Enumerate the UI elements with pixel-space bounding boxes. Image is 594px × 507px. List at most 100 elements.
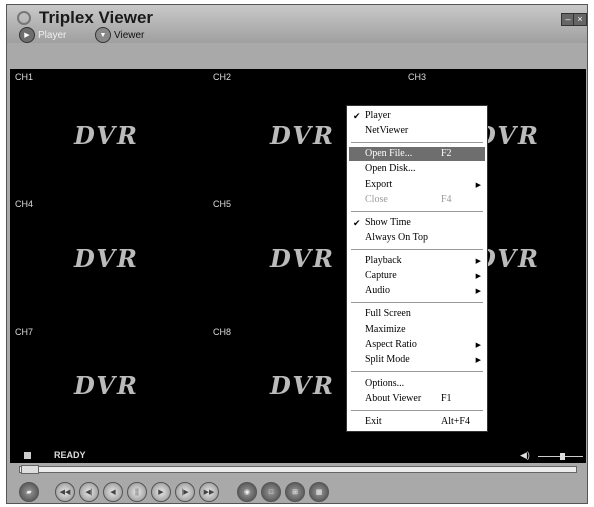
app-window: Triplex Viewer – × ▶ Player ▼ Viewer CH1… bbox=[6, 4, 588, 504]
menu-item-label: Capture bbox=[365, 270, 397, 281]
close-button[interactable]: × bbox=[573, 13, 587, 26]
pause-button[interactable]: || bbox=[127, 482, 147, 502]
submenu-arrow-icon: ▶ bbox=[475, 356, 481, 364]
menu-item-label: Full Screen bbox=[365, 308, 411, 319]
menu-item-show-time[interactable]: ✔ Show Time bbox=[349, 216, 485, 230]
menu-item-open-file[interactable]: Open File... F2 bbox=[349, 147, 485, 161]
viewer-icon: ▼ bbox=[95, 27, 111, 43]
prev-button[interactable]: ◀◀ bbox=[55, 482, 75, 502]
context-menu: ✔ Player NetViewer Open File... F2 Open Di… bbox=[346, 105, 488, 432]
check-icon: ✔ bbox=[353, 218, 361, 228]
tab-viewer[interactable]: ▼ Viewer bbox=[95, 27, 144, 43]
channel-label: CH1 bbox=[15, 72, 34, 82]
menu-separator bbox=[351, 371, 483, 372]
menu-item-label: Aspect Ratio bbox=[365, 339, 417, 350]
menu-item-label: Maximize bbox=[365, 324, 406, 335]
menu-item-exit[interactable]: Exit Alt+F4 bbox=[349, 415, 485, 429]
dvr-logo: DVR bbox=[270, 121, 335, 150]
menu-item-about-viewer[interactable]: About Viewer F1 bbox=[349, 392, 485, 406]
nine-view-button[interactable]: ▦ bbox=[309, 482, 329, 502]
channel-label: CH4 bbox=[15, 199, 34, 209]
menu-item-label: Split Mode bbox=[365, 354, 410, 365]
reverse-play-button[interactable]: ◀ bbox=[103, 482, 123, 502]
window-title: Triplex Viewer bbox=[39, 8, 154, 27]
volume-slider-knob[interactable] bbox=[560, 453, 565, 460]
menu-item-split-mode[interactable]: Split Mode ▶ bbox=[349, 353, 485, 367]
submenu-arrow-icon: ▶ bbox=[475, 181, 481, 189]
nine-view-icon: ▦ bbox=[315, 489, 323, 496]
dvr-logo: DVR bbox=[270, 371, 335, 400]
play-icon: ▶ bbox=[19, 27, 35, 43]
camera-icon: ◉ bbox=[243, 489, 251, 496]
menu-item-player[interactable]: ✔ Player bbox=[349, 109, 485, 123]
single-view-button[interactable]: □ bbox=[261, 482, 281, 502]
menu-item-label: Export bbox=[365, 179, 393, 190]
menu-item-always-on-top[interactable]: Always On Top bbox=[349, 231, 485, 245]
menu-separator bbox=[351, 211, 483, 212]
status-bar: READY ◀) bbox=[10, 449, 586, 463]
pause-icon: || bbox=[135, 488, 139, 496]
folder-button[interactable]: ▰ bbox=[19, 482, 39, 502]
menu-item-capture[interactable]: Capture ▶ bbox=[349, 269, 485, 283]
menu-item-label: Open File... bbox=[365, 148, 413, 159]
check-icon: ✔ bbox=[353, 111, 361, 121]
menu-item-maximize[interactable]: Maximize bbox=[349, 323, 485, 337]
app-icon bbox=[17, 11, 31, 25]
menu-item-close: Close F4 bbox=[349, 193, 485, 207]
channel-label: CH5 bbox=[213, 199, 232, 209]
prev-icon: ◀◀ bbox=[59, 489, 71, 496]
menu-item-shortcut: F4 bbox=[441, 194, 452, 205]
quad-view-button[interactable]: ⊞ bbox=[285, 482, 305, 502]
seek-bar[interactable] bbox=[19, 466, 577, 473]
menu-item-netviewer[interactable]: NetViewer bbox=[349, 124, 485, 138]
menu-item-full-screen[interactable]: Full Screen bbox=[349, 307, 485, 321]
submenu-arrow-icon: ▶ bbox=[475, 257, 481, 265]
channel-label: CH3 bbox=[408, 72, 427, 82]
tab-viewer-label: Viewer bbox=[114, 29, 145, 41]
menu-separator bbox=[351, 142, 483, 143]
step-forward-button[interactable]: |▶ bbox=[175, 482, 195, 502]
channel-label: CH2 bbox=[213, 72, 232, 82]
title-bar: Triplex Viewer – × ▶ Player ▼ Viewer bbox=[7, 5, 587, 43]
menu-item-playback[interactable]: Playback ▶ bbox=[349, 254, 485, 268]
menu-item-shortcut: F1 bbox=[441, 393, 452, 404]
dvr-logo: DVR bbox=[74, 371, 139, 400]
dvr-logo: DVR bbox=[270, 244, 335, 273]
play-icon: ▶ bbox=[158, 489, 164, 496]
menu-item-audio[interactable]: Audio ▶ bbox=[349, 284, 485, 298]
dvr-logo: DVR bbox=[74, 244, 139, 273]
step-forward-icon: |▶ bbox=[181, 489, 189, 496]
step-back-button[interactable]: ◀| bbox=[79, 482, 99, 502]
menu-item-label: Player bbox=[365, 110, 391, 121]
volume-icon[interactable]: ◀) bbox=[520, 450, 530, 461]
single-view-icon: □ bbox=[268, 488, 274, 496]
tab-player[interactable]: ▶ Player bbox=[19, 27, 66, 43]
menu-separator bbox=[351, 410, 483, 411]
status-text: READY bbox=[54, 450, 86, 460]
menu-item-export[interactable]: Export ▶ bbox=[349, 178, 485, 192]
menu-item-open-disk[interactable]: Open Disk... bbox=[349, 162, 485, 176]
reverse-play-icon: ◀ bbox=[110, 489, 116, 496]
menu-item-shortcut: Alt+F4 bbox=[441, 416, 470, 427]
channel-label: CH8 bbox=[213, 327, 232, 337]
menu-item-label: Open Disk... bbox=[365, 163, 416, 174]
seek-knob[interactable] bbox=[21, 465, 39, 474]
menu-item-aspect-ratio[interactable]: Aspect Ratio ▶ bbox=[349, 338, 485, 352]
menu-item-options[interactable]: Options... bbox=[349, 377, 485, 391]
capture-button[interactable]: ◉ bbox=[237, 482, 257, 502]
menu-item-label: NetViewer bbox=[365, 125, 409, 136]
video-grid[interactable]: CH1 CH2 CH3 CH4 CH5 CH7 CH8 DVR DVR DVR … bbox=[10, 69, 586, 463]
stop-indicator-icon bbox=[24, 452, 31, 459]
step-back-icon: ◀| bbox=[85, 489, 93, 496]
menu-item-label: Exit bbox=[365, 416, 382, 427]
quad-view-icon: ⊞ bbox=[292, 489, 298, 496]
menu-separator bbox=[351, 249, 483, 250]
play-button[interactable]: ▶ bbox=[151, 482, 171, 502]
menu-item-label: Show Time bbox=[365, 217, 411, 228]
menu-item-label: Playback bbox=[365, 255, 402, 266]
menu-item-label: Audio bbox=[365, 285, 390, 296]
tab-player-label: Player bbox=[38, 29, 67, 41]
submenu-arrow-icon: ▶ bbox=[475, 287, 481, 295]
next-button[interactable]: ▶▶ bbox=[199, 482, 219, 502]
menu-item-label: About Viewer bbox=[365, 393, 422, 404]
